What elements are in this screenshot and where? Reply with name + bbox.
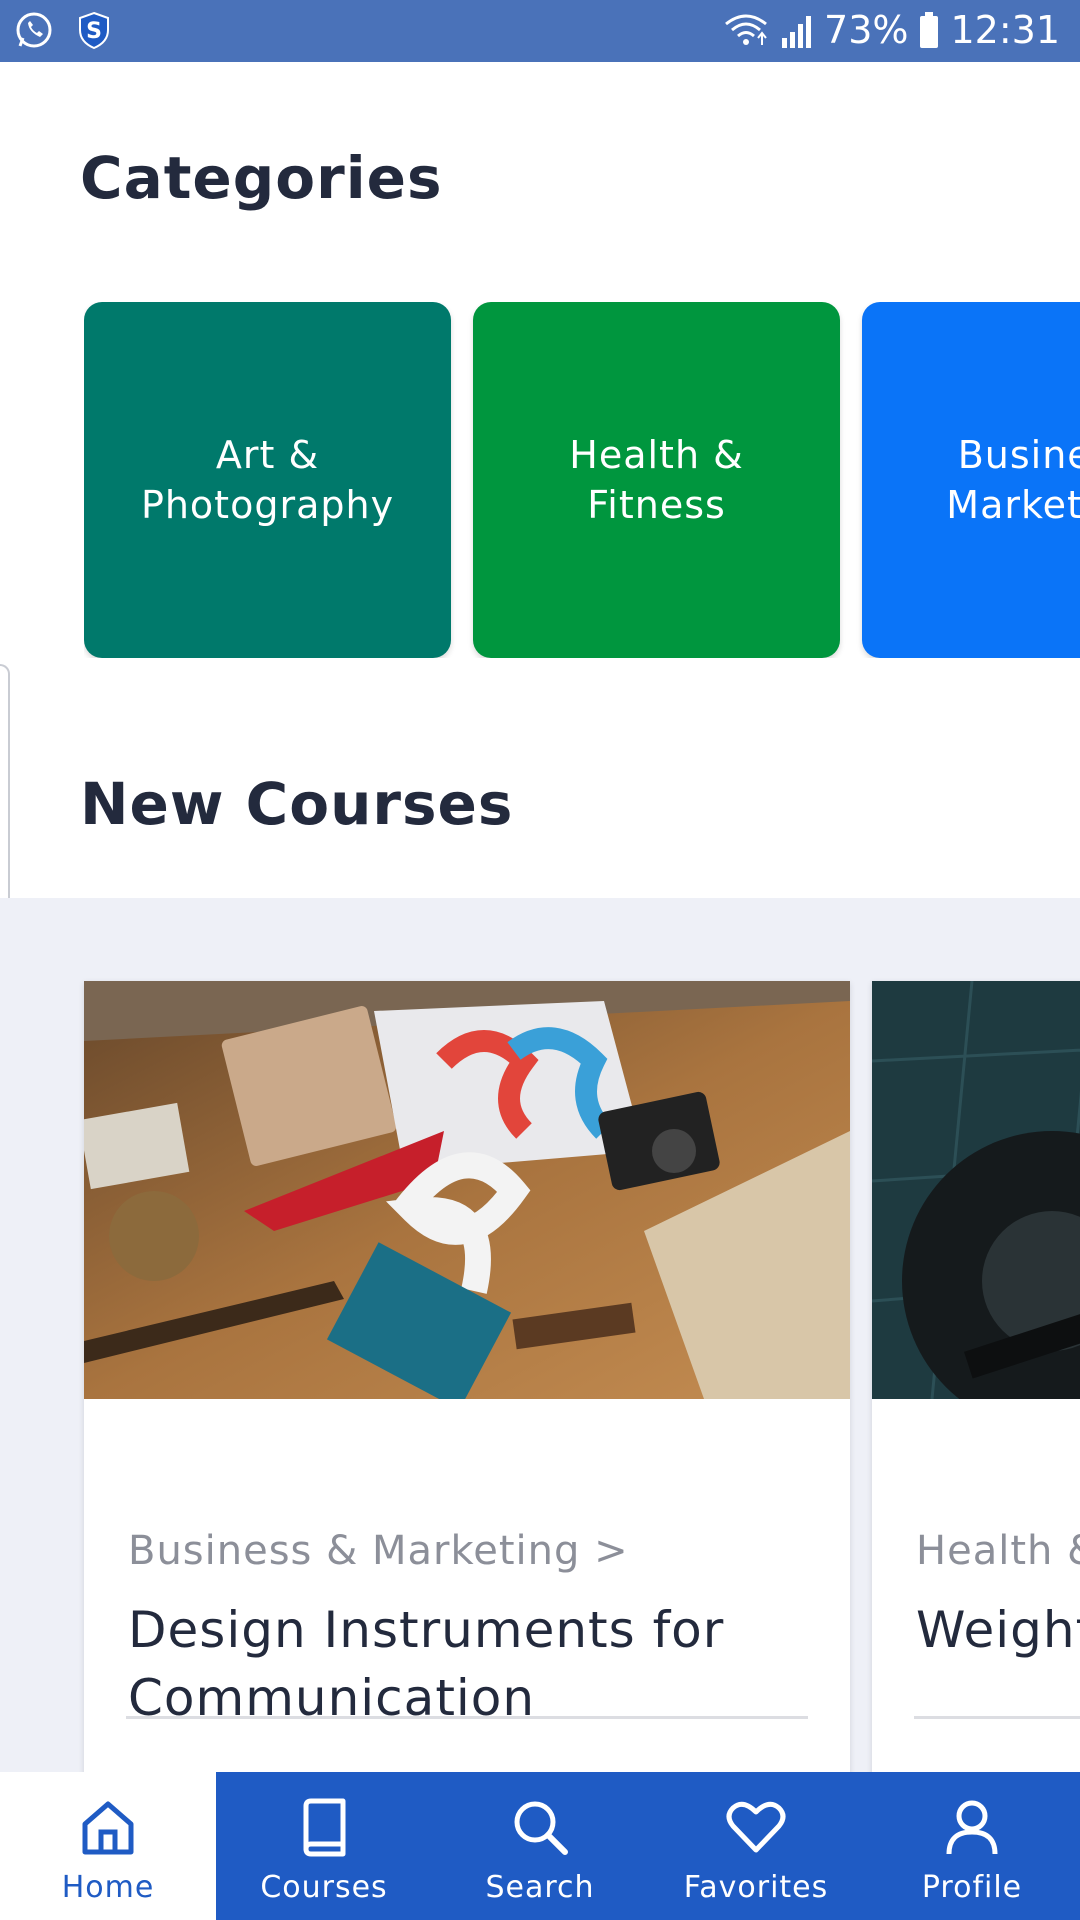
nav-label: Profile [921,1870,1023,1905]
course-title[interactable]: Weight Training with Arms [916,1596,1080,1664]
course-card[interactable]: Health & Fitness > Weight Training with … [872,981,1080,1772]
heart-icon [726,1801,786,1853]
category-label-line: Art & [215,433,320,477]
new-courses-title: New Courses [80,770,514,838]
search-icon [514,1801,568,1855]
nav-label: Search [485,1870,595,1905]
category-label-line: Fitness [587,483,726,527]
battery-icon [920,12,939,48]
whatsapp-icon [16,12,52,48]
divider [914,1716,1080,1719]
course-title[interactable]: Design Instruments for Communication [128,1596,808,1732]
category-label-line: Marketing [946,483,1080,527]
course-category-link[interactable]: Health & Fitness > [916,1528,1080,1574]
clock: 12:31 [950,8,1060,52]
nav-favorites[interactable]: Favorites [648,1772,864,1920]
nav-label: Courses [260,1870,388,1905]
wifi-icon [725,14,767,45]
categories-title: Categories [80,144,443,212]
category-card-health-fitness[interactable]: Health & Fitness [473,302,840,658]
category-card-business-marketing[interactable]: Business Marketing [862,302,1080,658]
categories-carousel[interactable]: Art & Photography Health & Fitness Busin… [84,302,1080,658]
divider [126,1716,808,1719]
courses-carousel[interactable]: Business & Marketing > Design Instrument… [0,898,1080,1772]
category-label: Health & Fitness [569,430,744,530]
nav-profile[interactable]: Profile [864,1772,1080,1920]
course-image [84,981,850,1399]
category-label-line: Photography [140,483,395,527]
category-card-art-photography[interactable]: Art & Photography [84,302,451,658]
category-label: Art & Photography [141,430,394,530]
course-image [872,981,1080,1399]
category-label: Business Marketing [946,430,1080,530]
signal-icon [782,16,812,48]
user-icon [946,1800,998,1855]
nav-home[interactable]: Home [0,1772,216,1920]
shield-s-icon: S [79,11,109,50]
course-category-link[interactable]: Business & Marketing > [128,1528,629,1574]
nav-label: Home [61,1870,155,1905]
category-label-line: Health & [569,433,744,477]
bottom-navigation: Home Courses Search Favorites Profile [0,1772,1080,1920]
battery-percent: 73% [824,8,909,52]
home-icon [82,1801,134,1855]
book-icon [303,1798,346,1857]
nav-courses[interactable]: Courses [216,1772,432,1920]
category-label-line: Business [957,433,1080,477]
nav-label: Favorites [683,1870,829,1905]
course-card[interactable]: Business & Marketing > Design Instrument… [84,981,850,1772]
svg-text:S: S [86,19,102,44]
nav-search[interactable]: Search [432,1772,648,1920]
status-bar: S 73% 12:31 [0,0,1080,62]
